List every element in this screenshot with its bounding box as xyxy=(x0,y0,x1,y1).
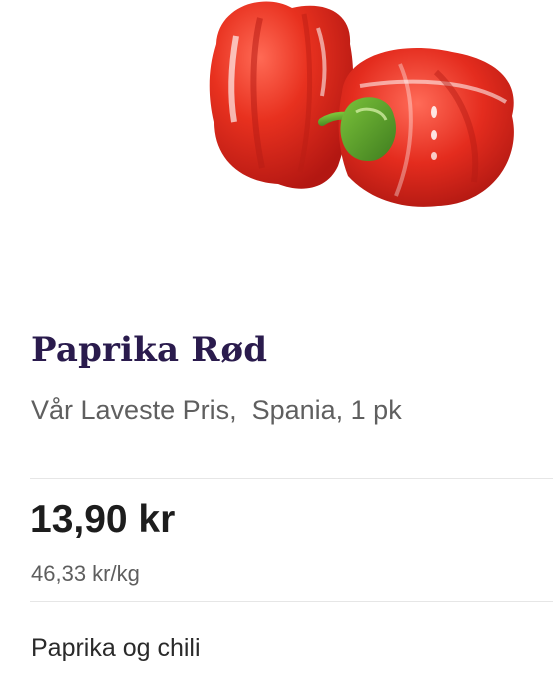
red-bell-pepper-icon xyxy=(209,1,514,207)
category-link[interactable]: Paprika og chili xyxy=(31,634,201,663)
product-title: Paprika Rød xyxy=(31,330,268,370)
product-image xyxy=(200,0,530,220)
product-subtitle: Vår Laveste Pris, Spania, 1 pk xyxy=(31,395,402,425)
divider xyxy=(30,478,553,479)
price: 13,90 kr xyxy=(30,498,176,541)
unit-price: 46,33 kr/kg xyxy=(31,561,140,586)
divider xyxy=(30,601,553,602)
